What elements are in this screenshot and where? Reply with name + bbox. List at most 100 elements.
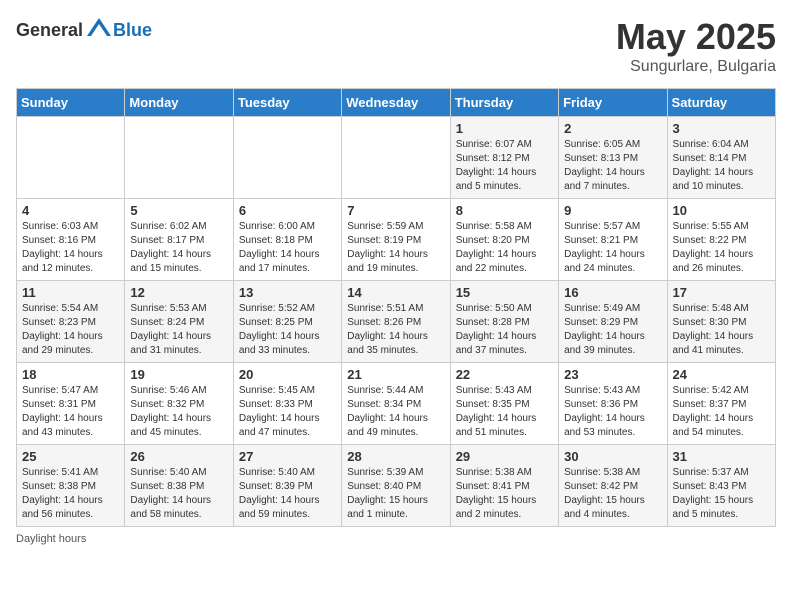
day-info: Sunrise: 5:48 AM Sunset: 8:30 PM Dayligh…	[673, 302, 770, 358]
day-info: Sunrise: 5:42 AM Sunset: 8:37 PM Dayligh…	[673, 384, 770, 440]
col-header-monday: Monday	[125, 89, 233, 117]
day-info: Sunrise: 5:52 AM Sunset: 8:25 PM Dayligh…	[239, 302, 336, 358]
calendar-cell: 21 Sunrise: 5:44 AM Sunset: 8:34 PM Dayli…	[342, 363, 450, 445]
day-number: 26	[130, 449, 227, 464]
day-info: Sunrise: 5:38 AM Sunset: 8:41 PM Dayligh…	[456, 466, 553, 522]
calendar-cell: 2Sunrise: 6:05 AM Sunset: 8:13 PM Daylig…	[559, 117, 667, 199]
day-info: Sunrise: 6:07 AM Sunset: 8:12 PM Dayligh…	[456, 138, 553, 194]
day-number: 25	[22, 449, 119, 464]
calendar-cell	[17, 117, 125, 199]
day-number: 17	[673, 285, 770, 300]
day-number: 24	[673, 367, 770, 382]
day-number: 13	[239, 285, 336, 300]
day-number: 20	[239, 367, 336, 382]
calendar-cell: 9 Sunrise: 5:57 AM Sunset: 8:21 PM Daylig…	[559, 199, 667, 281]
calendar-table: SundayMondayTuesdayWednesdayThursdayFrid…	[16, 88, 776, 527]
day-number: 11	[22, 285, 119, 300]
day-info: Sunrise: 5:59 AM Sunset: 8:19 PM Dayligh…	[347, 220, 444, 276]
calendar-week-row: 25 Sunrise: 5:41 AM Sunset: 8:38 PM Dayli…	[17, 445, 776, 527]
calendar-week-row: 11Sunrise: 5:54 AM Sunset: 8:23 PM Dayli…	[17, 281, 776, 363]
day-info: Sunrise: 5:46 AM Sunset: 8:32 PM Dayligh…	[130, 384, 227, 440]
day-info: Sunrise: 5:38 AM Sunset: 8:42 PM Dayligh…	[564, 466, 661, 522]
day-info: Sunrise: 5:40 AM Sunset: 8:39 PM Dayligh…	[239, 466, 336, 522]
day-info: Sunrise: 6:05 AM Sunset: 8:13 PM Dayligh…	[564, 138, 661, 194]
day-info: Sunrise: 5:45 AM Sunset: 8:33 PM Dayligh…	[239, 384, 336, 440]
day-info: Sunrise: 5:55 AM Sunset: 8:22 PM Dayligh…	[673, 220, 770, 276]
page-header: General Blue May 2025 Sungurlare, Bulgar…	[16, 16, 776, 76]
day-info: Sunrise: 6:00 AM Sunset: 8:18 PM Dayligh…	[239, 220, 336, 276]
day-info: Sunrise: 5:44 AM Sunset: 8:34 PM Dayligh…	[347, 384, 444, 440]
calendar-cell: 13 Sunrise: 5:52 AM Sunset: 8:25 PM Dayli…	[233, 281, 341, 363]
day-info: Sunrise: 5:37 AM Sunset: 8:43 PM Dayligh…	[673, 466, 770, 522]
col-header-friday: Friday	[559, 89, 667, 117]
day-info: Sunrise: 6:03 AM Sunset: 8:16 PM Dayligh…	[22, 220, 119, 276]
day-number: 7	[347, 203, 444, 218]
day-number: 6	[239, 203, 336, 218]
day-number: 30	[564, 449, 661, 464]
location-title: Sungurlare, Bulgaria	[616, 58, 776, 76]
calendar-cell: 24 Sunrise: 5:42 AM Sunset: 8:37 PM Dayli…	[667, 363, 775, 445]
logo: General Blue	[16, 16, 152, 44]
logo-general-text: General	[16, 20, 83, 41]
day-info: Sunrise: 5:40 AM Sunset: 8:38 PM Dayligh…	[130, 466, 227, 522]
month-title: May 2025	[616, 16, 776, 58]
calendar-cell: 18 Sunrise: 5:47 AM Sunset: 8:31 PM Dayli…	[17, 363, 125, 445]
col-header-sunday: Sunday	[17, 89, 125, 117]
day-number: 9	[564, 203, 661, 218]
day-number: 28	[347, 449, 444, 464]
calendar-cell: 11Sunrise: 5:54 AM Sunset: 8:23 PM Dayli…	[17, 281, 125, 363]
calendar-cell	[233, 117, 341, 199]
day-info: Sunrise: 6:04 AM Sunset: 8:14 PM Dayligh…	[673, 138, 770, 194]
logo-blue-text: Blue	[113, 20, 152, 41]
col-header-thursday: Thursday	[450, 89, 558, 117]
calendar-cell: 4 Sunrise: 6:03 AM Sunset: 8:16 PM Daylig…	[17, 199, 125, 281]
day-number: 10	[673, 203, 770, 218]
calendar-cell: 26 Sunrise: 5:40 AM Sunset: 8:38 PM Dayli…	[125, 445, 233, 527]
day-info: Sunrise: 5:50 AM Sunset: 8:28 PM Dayligh…	[456, 302, 553, 358]
day-number: 18	[22, 367, 119, 382]
day-info: Sunrise: 5:51 AM Sunset: 8:26 PM Dayligh…	[347, 302, 444, 358]
day-info: Sunrise: 5:39 AM Sunset: 8:40 PM Dayligh…	[347, 466, 444, 522]
calendar-week-row: 18 Sunrise: 5:47 AM Sunset: 8:31 PM Dayli…	[17, 363, 776, 445]
calendar-cell: 20 Sunrise: 5:45 AM Sunset: 8:33 PM Dayli…	[233, 363, 341, 445]
day-number: 21	[347, 367, 444, 382]
calendar-cell: 3 Sunrise: 6:04 AM Sunset: 8:14 PM Daylig…	[667, 117, 775, 199]
calendar-cell: 7 Sunrise: 5:59 AM Sunset: 8:19 PM Daylig…	[342, 199, 450, 281]
calendar-cell: 31Sunrise: 5:37 AM Sunset: 8:43 PM Dayli…	[667, 445, 775, 527]
col-header-wednesday: Wednesday	[342, 89, 450, 117]
day-info: Sunrise: 5:47 AM Sunset: 8:31 PM Dayligh…	[22, 384, 119, 440]
day-info: Sunrise: 5:57 AM Sunset: 8:21 PM Dayligh…	[564, 220, 661, 276]
day-number: 3	[673, 121, 770, 136]
day-number: 27	[239, 449, 336, 464]
calendar-cell: 30 Sunrise: 5:38 AM Sunset: 8:42 PM Dayli…	[559, 445, 667, 527]
calendar-cell	[342, 117, 450, 199]
col-header-saturday: Saturday	[667, 89, 775, 117]
calendar-cell: 25 Sunrise: 5:41 AM Sunset: 8:38 PM Dayli…	[17, 445, 125, 527]
calendar-header-row: SundayMondayTuesdayWednesdayThursdayFrid…	[17, 89, 776, 117]
day-number: 15	[456, 285, 553, 300]
day-number: 8	[456, 203, 553, 218]
day-number: 1	[456, 121, 553, 136]
day-number: 29	[456, 449, 553, 464]
day-number: 23	[564, 367, 661, 382]
calendar-cell: 29 Sunrise: 5:38 AM Sunset: 8:41 PM Dayli…	[450, 445, 558, 527]
day-info: Sunrise: 5:49 AM Sunset: 8:29 PM Dayligh…	[564, 302, 661, 358]
day-number: 16	[564, 285, 661, 300]
col-header-tuesday: Tuesday	[233, 89, 341, 117]
calendar-cell: 22Sunrise: 5:43 AM Sunset: 8:35 PM Dayli…	[450, 363, 558, 445]
day-info: Sunrise: 6:02 AM Sunset: 8:17 PM Dayligh…	[130, 220, 227, 276]
day-number: 12	[130, 285, 227, 300]
footer-note: Daylight hours	[16, 533, 776, 545]
calendar-cell: 5 Sunrise: 6:02 AM Sunset: 8:17 PM Daylig…	[125, 199, 233, 281]
calendar-cell: 28 Sunrise: 5:39 AM Sunset: 8:40 PM Dayli…	[342, 445, 450, 527]
calendar-cell: 19Sunrise: 5:46 AM Sunset: 8:32 PM Dayli…	[125, 363, 233, 445]
day-number: 22	[456, 367, 553, 382]
day-number: 5	[130, 203, 227, 218]
calendar-cell: 14Sunrise: 5:51 AM Sunset: 8:26 PM Dayli…	[342, 281, 450, 363]
logo-icon	[85, 16, 113, 44]
day-number: 4	[22, 203, 119, 218]
calendar-cell: 6 Sunrise: 6:00 AM Sunset: 8:18 PM Daylig…	[233, 199, 341, 281]
calendar-cell: 27 Sunrise: 5:40 AM Sunset: 8:39 PM Dayli…	[233, 445, 341, 527]
day-info: Sunrise: 5:41 AM Sunset: 8:38 PM Dayligh…	[22, 466, 119, 522]
calendar-cell	[125, 117, 233, 199]
